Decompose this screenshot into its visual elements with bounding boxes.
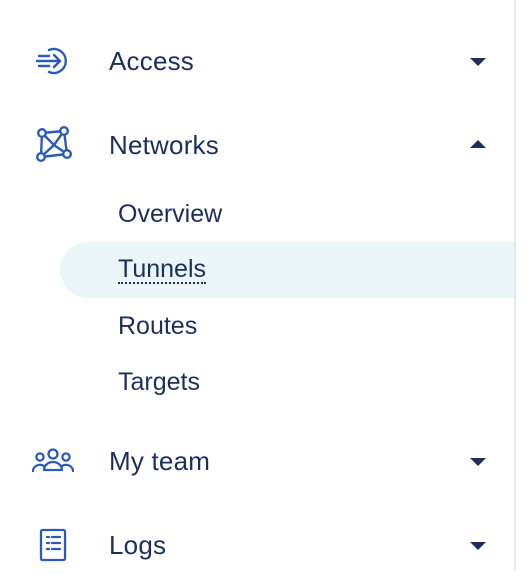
sidebar-item-access[interactable]: Access: [0, 31, 514, 91]
sidebar-subitem-label: Tunnels: [118, 255, 207, 284]
sidebar-item-my-team-label: My team: [109, 446, 211, 476]
sidebar-subitem-label: Targets: [118, 368, 200, 396]
people-group-icon: [30, 438, 76, 484]
chevron-down-icon[interactable]: [467, 539, 489, 553]
sidebar-subitem-routes[interactable]: Routes: [60, 299, 514, 355]
sidebar-item-logs-label: Logs: [109, 530, 167, 560]
sidebar-item-access-label: Access: [109, 46, 195, 76]
sidebar-divider: [514, 0, 516, 570]
document-list-icon: [30, 522, 76, 568]
sidebar-item-networks[interactable]: Networks: [0, 115, 514, 175]
access-arrow-icon: [30, 38, 76, 84]
sidebar-nav: Access Networks Overview Tunnels Routes …: [0, 0, 514, 570]
sidebar-item-networks-label: Networks: [109, 130, 219, 160]
chevron-down-icon[interactable]: [467, 455, 489, 469]
sidebar-item-my-team[interactable]: My team: [0, 431, 514, 491]
sidebar-subitem-label: Overview: [118, 200, 223, 228]
sidebar-subitem-targets[interactable]: Targets: [60, 355, 514, 411]
sidebar-subitem-label: Routes: [118, 312, 198, 340]
chevron-up-icon[interactable]: [467, 137, 489, 151]
chevron-down-icon[interactable]: [467, 55, 489, 69]
network-graph-icon: [30, 122, 76, 168]
sidebar-subitem-overview[interactable]: Overview: [60, 187, 514, 243]
sidebar-item-logs[interactable]: Logs: [0, 515, 514, 575]
sidebar-subitem-tunnels[interactable]: Tunnels: [60, 242, 514, 298]
